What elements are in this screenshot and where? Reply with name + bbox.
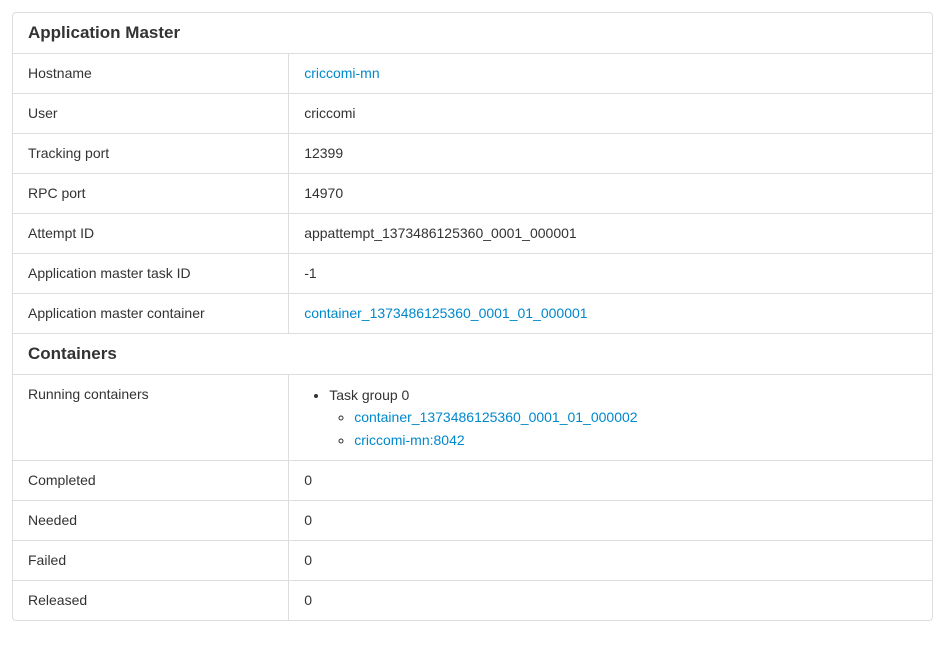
host-link[interactable]: criccomi-mn:8042: [354, 432, 464, 448]
container-link[interactable]: container_1373486125360_0001_01_000002: [354, 409, 637, 425]
task-group-sublist: container_1373486125360_0001_01_000002 c…: [329, 406, 917, 451]
completed-label: Completed: [13, 461, 289, 501]
list-item: container_1373486125360_0001_01_000002: [354, 406, 917, 428]
am-container-link[interactable]: container_1373486125360_0001_01_000001: [304, 305, 587, 321]
failed-label: Failed: [13, 541, 289, 581]
containers-table: Running containers Task group 0 containe…: [13, 375, 932, 620]
hostname-value-cell: criccomi-mn: [289, 54, 932, 94]
attempt-id-value: appattempt_1373486125360_0001_000001: [289, 214, 932, 254]
application-master-title: Application Master: [28, 23, 917, 43]
application-master-table: Hostname criccomi-mn User criccomi Track…: [13, 54, 932, 333]
hostname-link[interactable]: criccomi-mn: [304, 65, 379, 81]
running-containers-label: Running containers: [13, 375, 289, 461]
table-row: Hostname criccomi-mn: [13, 54, 932, 94]
task-group-item: Task group 0 container_1373486125360_000…: [329, 384, 917, 451]
containers-title: Containers: [28, 344, 917, 364]
task-group-label: Task group 0: [329, 387, 409, 403]
table-row: User criccomi: [13, 94, 932, 134]
am-task-id-value: -1: [289, 254, 932, 294]
list-item: criccomi-mn:8042: [354, 429, 917, 451]
released-label: Released: [13, 581, 289, 621]
tracking-port-label: Tracking port: [13, 134, 289, 174]
table-row: Released 0: [13, 581, 932, 621]
table-row: Application master task ID -1: [13, 254, 932, 294]
released-value: 0: [289, 581, 932, 621]
table-row: Failed 0: [13, 541, 932, 581]
attempt-id-label: Attempt ID: [13, 214, 289, 254]
table-row: Running containers Task group 0 containe…: [13, 375, 932, 461]
containers-heading: Containers: [13, 333, 932, 375]
rpc-port-value: 14970: [289, 174, 932, 214]
table-row: Application master container container_1…: [13, 294, 932, 334]
tracking-port-value: 12399: [289, 134, 932, 174]
table-row: Completed 0: [13, 461, 932, 501]
am-container-value-cell: container_1373486125360_0001_01_000001: [289, 294, 932, 334]
table-row: Needed 0: [13, 501, 932, 541]
am-container-label: Application master container: [13, 294, 289, 334]
am-task-id-label: Application master task ID: [13, 254, 289, 294]
application-master-heading: Application Master: [13, 13, 932, 54]
user-label: User: [13, 94, 289, 134]
needed-label: Needed: [13, 501, 289, 541]
user-value: criccomi: [289, 94, 932, 134]
rpc-port-label: RPC port: [13, 174, 289, 214]
needed-value: 0: [289, 501, 932, 541]
task-group-list: Task group 0 container_1373486125360_000…: [304, 384, 917, 451]
table-row: RPC port 14970: [13, 174, 932, 214]
hostname-label: Hostname: [13, 54, 289, 94]
table-row: Attempt ID appattempt_1373486125360_0001…: [13, 214, 932, 254]
running-containers-value-cell: Task group 0 container_1373486125360_000…: [289, 375, 932, 461]
application-master-panel: Application Master Hostname criccomi-mn …: [12, 12, 933, 621]
failed-value: 0: [289, 541, 932, 581]
completed-value: 0: [289, 461, 932, 501]
table-row: Tracking port 12399: [13, 134, 932, 174]
